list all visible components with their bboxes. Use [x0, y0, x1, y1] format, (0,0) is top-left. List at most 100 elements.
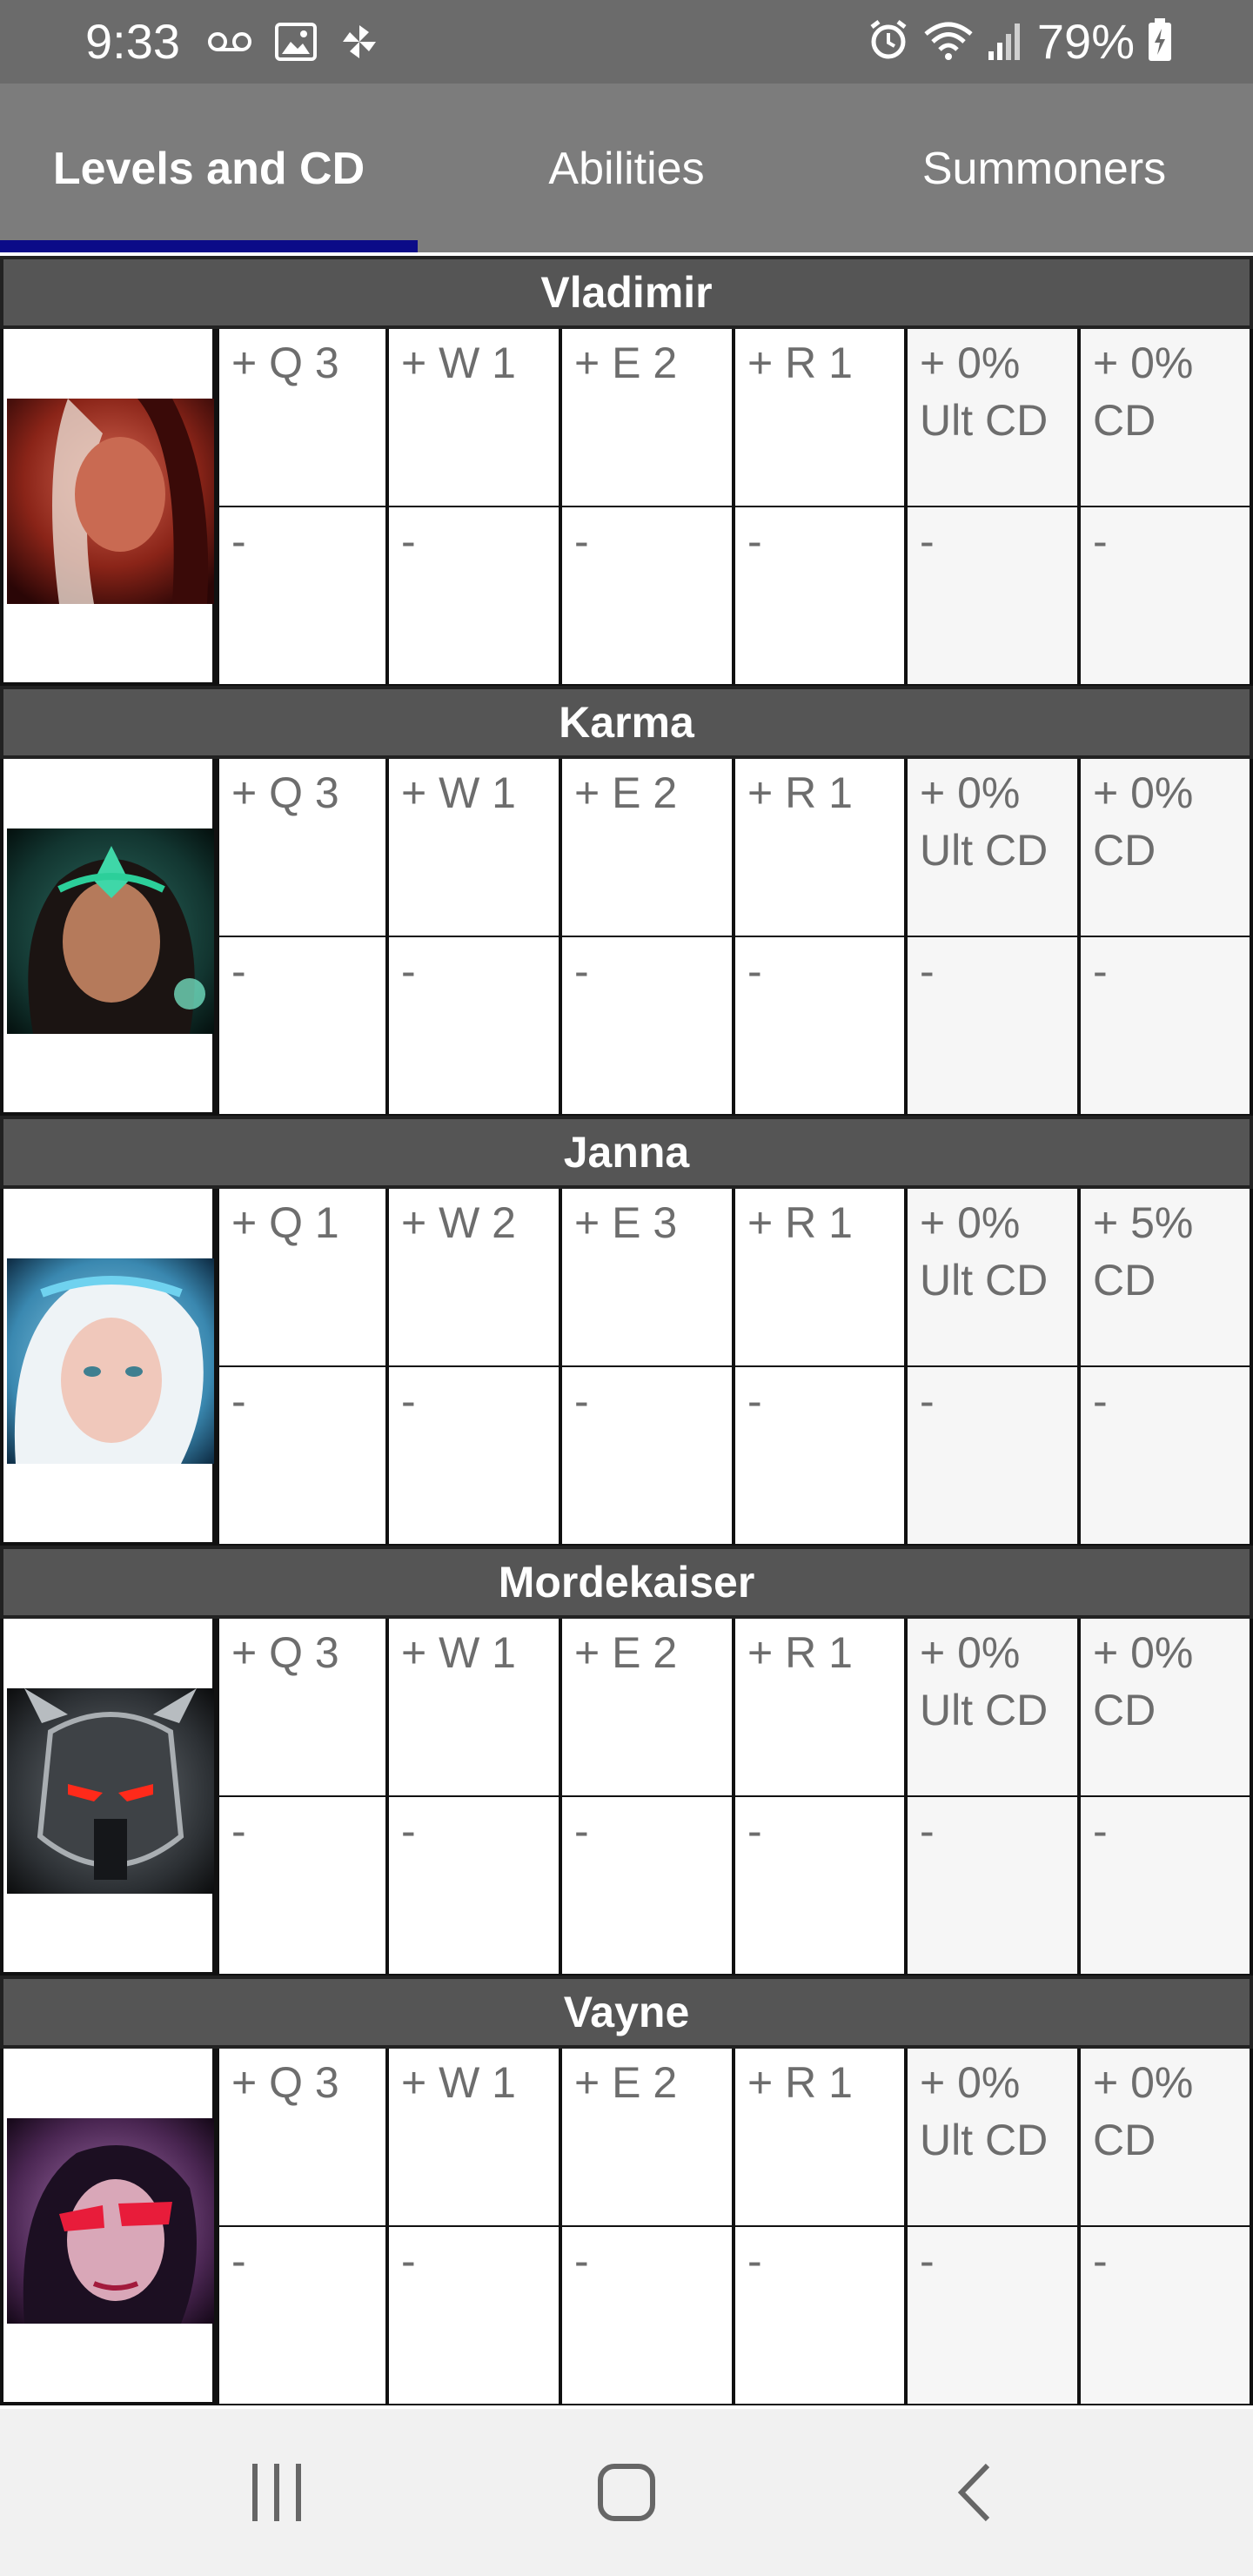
portrait-cell [0, 759, 216, 1116]
stat-w-level: + W 1 [389, 329, 562, 507]
value-cd: - [1081, 1797, 1253, 1976]
stat-ult-cd: + 0% Ult CD [908, 1619, 1081, 1797]
value-e: - [562, 1367, 735, 1546]
value-q: - [216, 2227, 389, 2405]
tab-summoners[interactable]: Summoners [835, 84, 1253, 254]
stat-e-level: + E 2 [562, 329, 735, 507]
value-cd: - [1081, 2227, 1253, 2405]
stat-w-level: + W 2 [389, 1189, 562, 1367]
value-ult-cd: - [908, 1367, 1081, 1546]
stat-cd: + 0% CD [1081, 2049, 1253, 2227]
stat-e-level: + E 3 [562, 1189, 735, 1367]
image-icon [275, 22, 317, 65]
wifi-icon [922, 18, 975, 66]
champion-list[interactable]: Vladimir + Q 3 + W 1 + E 2 + R 1 + 0% Ul… [0, 256, 1253, 2409]
champion-name: Karma [0, 686, 1253, 759]
stat-q-level: + Q 3 [216, 759, 389, 937]
stat-cd: + 5% CD [1081, 1189, 1253, 1367]
stat-r-level: + R 1 [735, 1189, 908, 1367]
champion-portrait-vayne [7, 2118, 214, 2324]
portrait-cell [0, 2049, 216, 2405]
champion-stats-grid: + Q 3 + W 1 + E 2 + R 1 + 0% Ult CD + 0%… [216, 2049, 1253, 2405]
value-w: - [389, 507, 562, 686]
value-e: - [562, 937, 735, 1116]
stat-q-level: + Q 3 [216, 329, 389, 507]
champion-portrait-vladimir [7, 399, 214, 604]
champion-name: Vayne [0, 1976, 1253, 2049]
champion-name: Janna [0, 1116, 1253, 1189]
champion-portrait-karma [7, 828, 214, 1034]
home-icon[interactable] [574, 2440, 679, 2545]
champion-card-janna: Janna + Q 1 + W 2 + E 3 + R 1 + 0% Ult C… [0, 1116, 1253, 1546]
portrait-cell [0, 1619, 216, 1976]
stat-r-level: + R 1 [735, 759, 908, 937]
value-e: - [562, 507, 735, 686]
stat-ult-cd: + 0% Ult CD [908, 329, 1081, 507]
recent-apps-icon[interactable] [224, 2440, 329, 2545]
stat-q-level: + Q 3 [216, 1619, 389, 1797]
stat-w-level: + W 1 [389, 1619, 562, 1797]
pinwheel-icon [339, 22, 379, 66]
tab-abilities[interactable]: Abilities [418, 84, 835, 254]
stat-e-level: + E 2 [562, 2049, 735, 2227]
value-r: - [735, 2227, 908, 2405]
stat-q-level: + Q 3 [216, 2049, 389, 2227]
champion-card-vayne: Vayne + Q 3 + W 1 + E 2 + R 1 + 0% Ult C… [0, 1976, 1253, 2405]
champion-card-karma: Karma + Q 3 + W 1 + E 2 + R 1 + 0% Ult C… [0, 686, 1253, 1116]
status-bar: 9:33 79% [0, 0, 1253, 84]
champion-portrait-janna [7, 1258, 214, 1464]
stat-w-level: + W 1 [389, 2049, 562, 2227]
value-ult-cd: - [908, 2227, 1081, 2405]
stat-ult-cd: + 0% Ult CD [908, 2049, 1081, 2227]
voicemail-icon [207, 29, 252, 59]
stat-e-level: + E 2 [562, 1619, 735, 1797]
stat-ult-cd: + 0% Ult CD [908, 1189, 1081, 1367]
champion-stats-grid: + Q 3 + W 1 + E 2 + R 1 + 0% Ult CD + 0%… [216, 759, 1253, 1116]
stat-r-level: + R 1 [735, 329, 908, 507]
value-ult-cd: - [908, 507, 1081, 686]
value-ult-cd: - [908, 937, 1081, 1116]
value-cd: - [1081, 1367, 1253, 1546]
stat-e-level: + E 2 [562, 759, 735, 937]
champion-stats-grid: + Q 3 + W 1 + E 2 + R 1 + 0% Ult CD + 0%… [216, 329, 1253, 686]
value-ult-cd: - [908, 1797, 1081, 1976]
portrait-cell [0, 329, 216, 686]
champion-stats-grid: + Q 1 + W 2 + E 3 + R 1 + 0% Ult CD + 5%… [216, 1189, 1253, 1546]
value-r: - [735, 1367, 908, 1546]
value-q: - [216, 507, 389, 686]
value-cd: - [1081, 937, 1253, 1116]
tab-bar: Levels and CD Abilities Summoners [0, 84, 1253, 254]
value-q: - [216, 1797, 389, 1976]
signal-icon [987, 18, 1025, 66]
stat-w-level: + W 1 [389, 759, 562, 937]
portrait-cell [0, 1189, 216, 1546]
value-w: - [389, 937, 562, 1116]
champion-card-vladimir: Vladimir + Q 3 + W 1 + E 2 + R 1 + 0% Ul… [0, 256, 1253, 686]
champion-name: Vladimir [0, 256, 1253, 329]
value-q: - [216, 1367, 389, 1546]
value-e: - [562, 1797, 735, 1976]
notification-icons [207, 19, 379, 68]
system-icons: 79% [867, 12, 1173, 71]
stat-r-level: + R 1 [735, 1619, 908, 1797]
system-nav-bar [0, 2409, 1253, 2576]
value-w: - [389, 1797, 562, 1976]
value-r: - [735, 507, 908, 686]
stat-ult-cd: + 0% Ult CD [908, 759, 1081, 937]
tab-levels-and-cd[interactable]: Levels and CD [0, 84, 418, 254]
value-w: - [389, 2227, 562, 2405]
stat-cd: + 0% CD [1081, 1619, 1253, 1797]
value-r: - [735, 937, 908, 1116]
value-q: - [216, 937, 389, 1116]
value-w: - [389, 1367, 562, 1546]
stat-cd: + 0% CD [1081, 759, 1253, 937]
battery-charging-icon [1147, 17, 1173, 66]
champion-card-mordekaiser: Mordekaiser + Q 3 + W 1 + E 2 + R 1 + 0%… [0, 1546, 1253, 1976]
back-icon[interactable] [924, 2440, 1029, 2545]
champion-stats-grid: + Q 3 + W 1 + E 2 + R 1 + 0% Ult CD + 0%… [216, 1619, 1253, 1976]
stat-r-level: + R 1 [735, 2049, 908, 2227]
champion-portrait-mordekaiser [7, 1688, 214, 1894]
status-time: 9:33 [85, 14, 180, 69]
value-e: - [562, 2227, 735, 2405]
stat-cd: + 0% CD [1081, 329, 1253, 507]
